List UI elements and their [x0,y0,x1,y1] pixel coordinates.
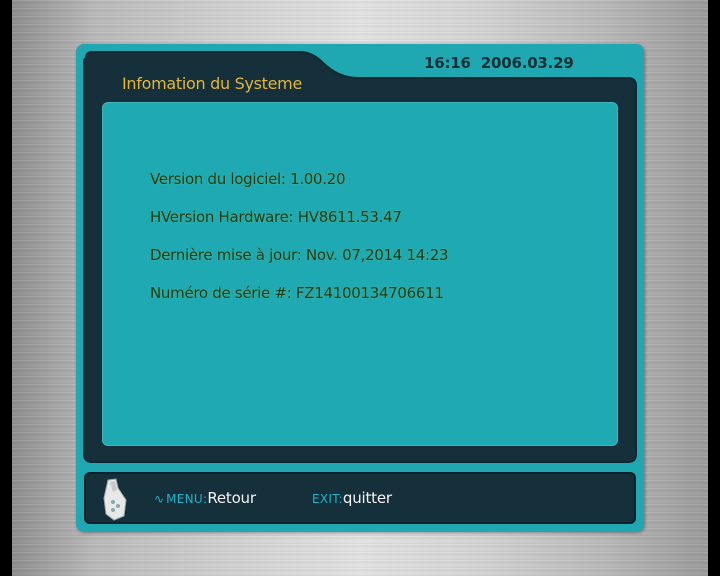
clock: 16:16 2006.03.29 [424,54,574,72]
serial-number-line: Numéro de série #: FZ14100134706611 [150,284,444,302]
exit-hint[interactable]: EXIT:quitter [312,488,392,507]
remote-control-in-hand-icon [103,478,127,521]
hardware-version-line: HVersion Hardware: HV8611.53.47 [150,208,402,226]
last-update-line: Dernière mise à jour: Nov. 07,2014 14:23 [150,246,449,264]
exit-action-label: quitter [342,489,392,507]
system-info-panel: Infomation du Systeme 16:16 2006.03.29 Ve… [76,44,644,532]
page-title: Infomation du Systeme [122,74,302,93]
info-content-area [102,102,618,446]
wave-icon: ∿ [154,492,165,506]
software-version-line: Version du logiciel: 1.00.20 [150,170,346,188]
menu-action-label: Retour [207,489,256,507]
clock-time: 16:16 [424,54,471,72]
exit-key-label: EXIT: [312,492,343,506]
clock-date: 2006.03.29 [480,54,574,72]
menu-key-label: MENU: [166,492,208,506]
footer-bar: ∿ MENU:Retour EXIT:quitter [84,472,636,524]
menu-hint[interactable]: ∿ MENU:Retour [154,488,256,507]
